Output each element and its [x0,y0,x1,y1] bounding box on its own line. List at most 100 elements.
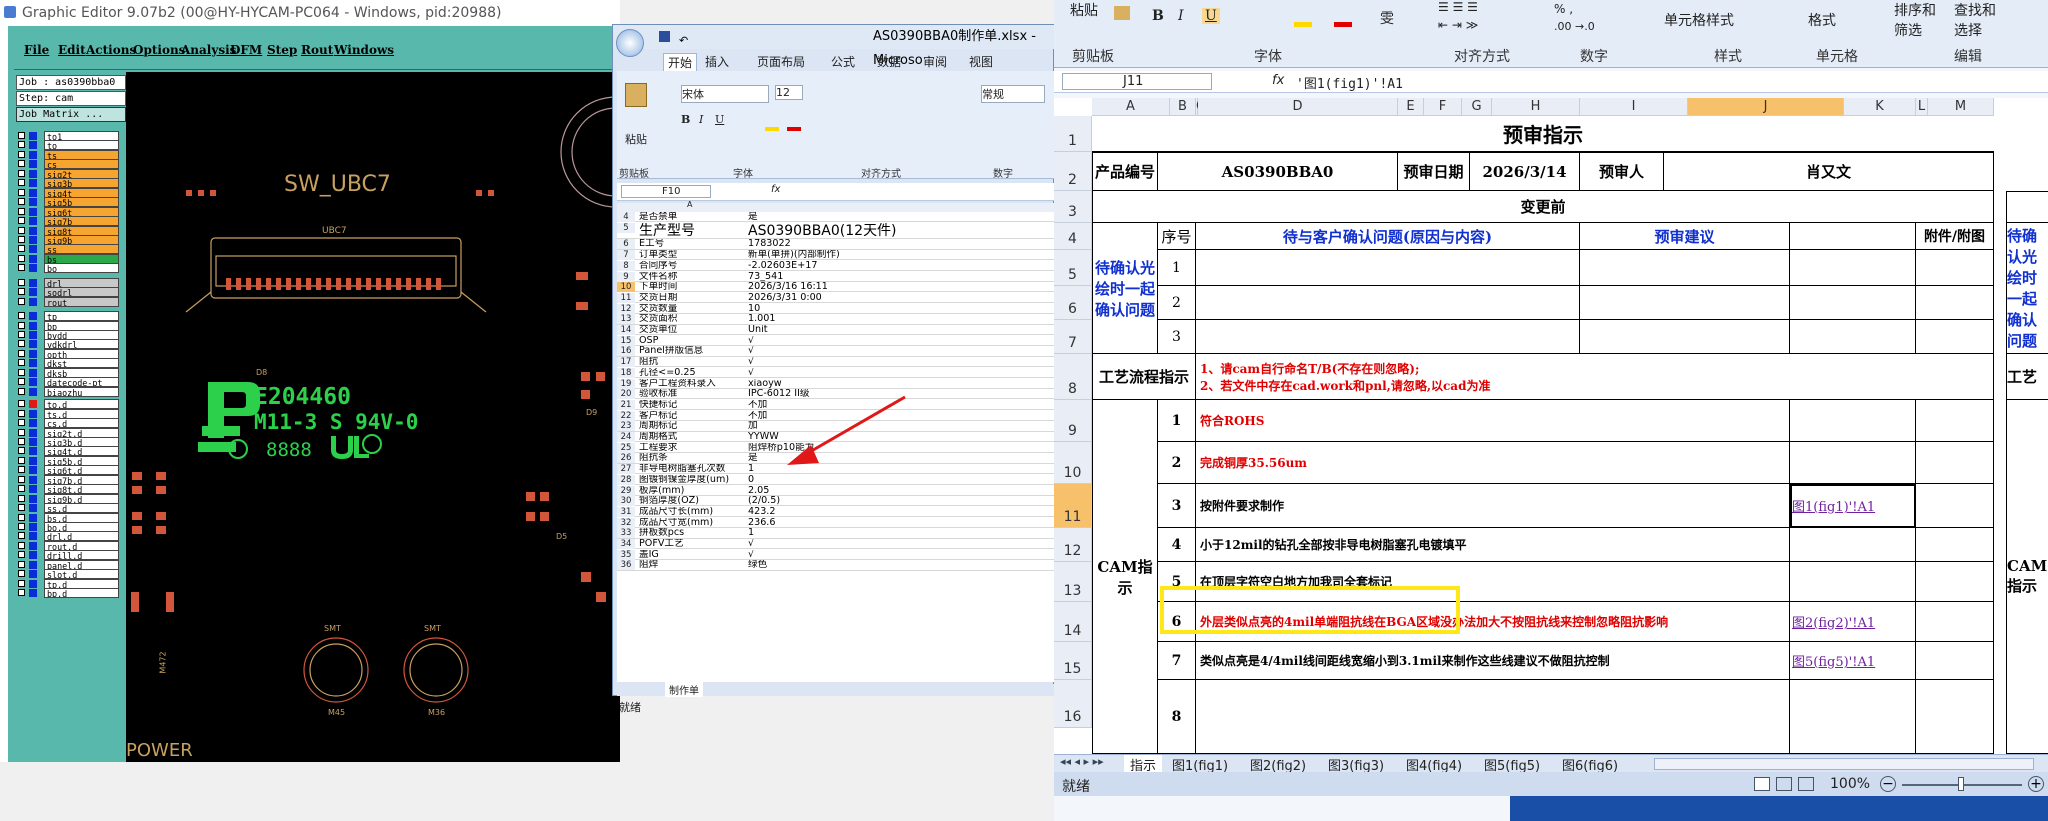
sheet-row[interactable]: 33 拼板数pcs 1 [617,528,1055,539]
paste-button-main[interactable]: 粘贴 [1070,0,1098,20]
row-header[interactable]: 1 [1054,116,1092,152]
column-header[interactable]: J [1688,98,1844,116]
layer-checkbox[interactable] [18,359,25,367]
menu-actions[interactable]: Actions [86,43,136,57]
layer-checkbox[interactable] [18,169,25,177]
column-header[interactable]: M [1928,98,1994,116]
cell-b[interactable]: 0 [748,475,1048,485]
cell-a[interactable]: 是否禁单 [639,212,734,222]
layer-checkbox[interactable] [18,400,25,408]
menu-windows[interactable]: Windows [334,43,394,57]
sheet-row[interactable]: 32 成品尺寸宽(mm) 236.6 [617,517,1055,528]
cell-a[interactable]: 交货日期 [639,293,734,303]
cell-b[interactable]: √ [748,336,1048,346]
cam-item-extra[interactable] [1916,400,1994,442]
attach-header[interactable]: 附件/附图 [1916,223,1994,250]
layer-checkbox[interactable] [18,485,25,493]
issue-cell[interactable] [1196,320,1580,354]
italic-button[interactable]: I [699,113,703,126]
cam-item-text[interactable]: 类似点亮是4/4mil线间距线宽缩小到3.1mil来制作这些线建议不做阻抗控制 [1196,642,1790,680]
layer-checkbox[interactable] [18,331,25,338]
cam-item-link[interactable] [1790,562,1916,602]
layer-row[interactable]: rout [16,296,119,307]
row-header[interactable]: 6 [1054,286,1092,320]
layer-checkbox[interactable] [18,132,25,139]
cell-a[interactable]: 板厚(mm) [639,486,734,496]
cell-a[interactable]: 图镀铜镍金厚度(um) [639,475,734,485]
advice-cell[interactable] [1580,250,1790,286]
layer-checkbox[interactable] [18,541,25,549]
cam-item-extra[interactable] [1916,642,1994,680]
cam-item-number[interactable]: 3 [1158,484,1196,528]
fx-button[interactable]: fx [771,184,780,195]
sheet-row[interactable]: 11 交货日期 2026/3/31 0:00 [617,292,1055,304]
cell-a[interactable]: 订单类型 [639,250,734,260]
row-header[interactable]: 12 [1054,528,1092,562]
excel-main-grid[interactable]: ABCDEFGHIJKLM12345678910111213141516预审指示… [1054,98,2048,754]
column-header[interactable]: B [1170,98,1196,116]
sheet-row[interactable]: 34 POFV工艺 √ [617,539,1055,550]
sheet-row[interactable]: 31 成品尺寸长(mm) 423.2 [617,506,1055,518]
reviewer-label[interactable]: 预审人 [1580,152,1664,191]
align-icons-2[interactable]: ⇤ ⇥ ≫ [1438,18,1478,32]
filter-button[interactable]: 筛选 [1894,20,1922,40]
layer-checkbox[interactable] [18,532,25,540]
seq-cell[interactable]: 2 [1158,286,1196,320]
cell-b[interactable]: 1 [748,528,1048,538]
cell-a[interactable]: 客户工程资料录入 [639,379,734,389]
sheet-row[interactable]: 36 阻焊 绿色 [617,560,1055,571]
paste-button[interactable]: 粘贴 [625,131,647,147]
column-header[interactable]: F [1424,98,1462,116]
tab-formulas[interactable]: 公式 [831,53,855,70]
cell-a[interactable]: 阻抗 [639,357,734,367]
cam-item-link[interactable] [1790,680,1916,754]
advice-cell[interactable] [1580,286,1790,320]
sheet-row[interactable]: 10 下单时间 2026/3/16 16:11 [617,282,1055,293]
cam-item-number[interactable]: 6 [1158,602,1196,642]
layer-checkbox[interactable] [18,447,25,455]
cam-item-number[interactable]: 1 [1158,400,1196,442]
office-button[interactable] [616,29,644,57]
cell-a[interactable]: 周期格式 [639,432,734,442]
layer-checkbox[interactable] [18,198,25,206]
layer-checkbox[interactable] [18,589,25,597]
cam-item-extra[interactable] [1916,484,1994,528]
cell-style-button[interactable]: 单元格样式 [1664,10,1734,30]
tab-home[interactable]: 开始 [663,53,698,72]
attach-cell-2[interactable] [1916,320,1994,354]
sheet-row[interactable]: 4 是否禁单 是 [617,212,1055,223]
review-date[interactable]: 2026/3/14 [1470,152,1580,191]
cell-b[interactable]: √ [748,368,1048,378]
sheet-row[interactable]: 15 OSP √ [617,335,1055,346]
issue-cell[interactable] [1196,286,1580,320]
column-header[interactable]: K [1844,98,1916,116]
sheet-row[interactable]: 35 盖IG √ [617,549,1055,560]
undo-icon[interactable]: ↶ [679,29,688,53]
cam-item-extra[interactable] [1916,442,1994,484]
bold-button[interactable]: B [681,113,690,126]
menu-rout[interactable]: Rout [301,43,333,57]
layer-checkbox[interactable] [18,297,25,305]
cell-b[interactable]: 是 [748,212,1048,222]
row-header[interactable]: 11 [1054,484,1092,528]
zoom-in-icon[interactable]: + [2028,776,2044,792]
name-box-main[interactable]: J11 [1062,73,1212,90]
cam-item-link[interactable] [1790,528,1916,562]
sheet-row[interactable]: 5 生产型号 AS0390BBA0(12天件) [617,222,1055,239]
column-header[interactable]: H [1492,98,1580,116]
cam-item-link[interactable]: 图2(fig2)'!A1 [1790,602,1916,642]
sort-button[interactable]: 排序和 [1894,0,1936,20]
cell-a[interactable]: 阻抗条 [639,453,734,463]
cam-item-extra[interactable] [1916,562,1994,602]
column-header[interactable]: I [1580,98,1688,116]
cell-a[interactable]: 合同序号 [639,261,734,271]
layer-checkbox[interactable] [18,387,25,395]
menu-step[interactable]: Step [267,43,297,57]
layer-checkbox[interactable] [18,349,25,357]
layer-checkbox[interactable] [18,340,25,348]
sheet-tab-make[interactable]: 制作单 [665,682,703,697]
cell-b[interactable]: √ [748,550,1048,560]
row-header[interactable]: 13 [1054,562,1092,602]
cell-b[interactable]: 1.001 [748,314,1048,324]
seq-header[interactable]: 序号 [1158,223,1196,250]
